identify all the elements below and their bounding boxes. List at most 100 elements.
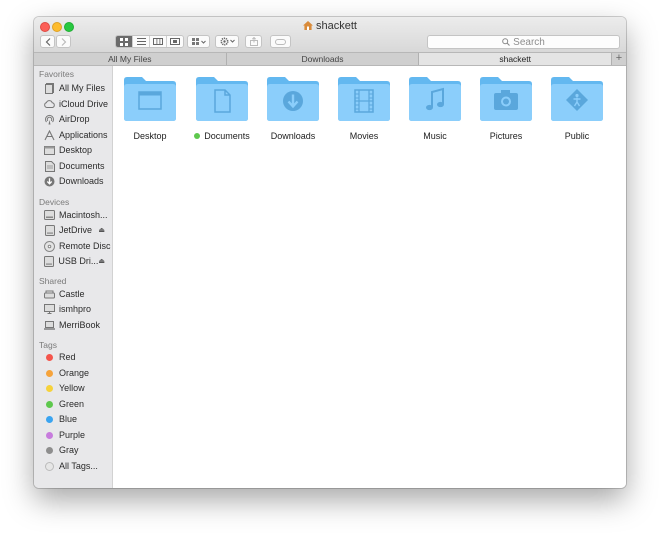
- sidebar-item-remote-disc[interactable]: Remote Disc: [44, 239, 112, 253]
- desktop-icon: [44, 145, 55, 156]
- sidebar: Favorites All My Files iCloud Drive AirD…: [34, 66, 113, 488]
- tab-downloads[interactable]: Downloads: [227, 53, 420, 65]
- sidebar-item-label: Orange: [59, 368, 90, 378]
- tag-icon: [275, 38, 286, 45]
- new-tab-button[interactable]: +: [612, 53, 626, 65]
- sidebar-item-tag-orange[interactable]: Orange: [44, 366, 112, 380]
- edit-tags-button[interactable]: [270, 35, 291, 48]
- monitor-icon: [44, 304, 55, 315]
- sidebar-item-label: Applications: [59, 130, 108, 140]
- arrange-icon: [191, 37, 206, 45]
- tag-color-dot: [46, 446, 53, 454]
- sidebar-item-airdrop[interactable]: AirDrop: [44, 112, 112, 126]
- sidebar-item-jetdrive[interactable]: JetDrive ⏏: [44, 223, 112, 237]
- sidebar-item-label: Green: [59, 399, 85, 409]
- folder-movies[interactable]: Movies: [331, 76, 397, 141]
- sidebar-item-tag-gray[interactable]: Gray: [44, 443, 112, 457]
- gear-icon: [219, 37, 235, 46]
- cover-flow-button[interactable]: [167, 36, 183, 47]
- tag-color-dot: [45, 461, 54, 471]
- tab-all-my-files[interactable]: All My Files: [34, 53, 227, 65]
- folder-documents[interactable]: Documents: [189, 76, 255, 141]
- sidebar-item-label: Yellow: [59, 383, 85, 393]
- folder-icon: [124, 77, 176, 121]
- folder-icon: [480, 77, 532, 121]
- arrange-button[interactable]: [187, 35, 210, 48]
- downloads-icon: [44, 176, 55, 187]
- sidebar-item-label: Remote Disc: [59, 241, 111, 251]
- sidebar-item-label: iCloud Drive: [59, 99, 109, 109]
- tag-color-dot: [46, 353, 53, 361]
- sidebar-item-label: Downloads: [59, 176, 104, 186]
- view-mode-control[interactable]: [115, 35, 184, 48]
- sidebar-item-label: JetDrive: [59, 225, 93, 235]
- sidebar-item-documents[interactable]: Documents: [44, 159, 112, 173]
- sidebar-item-usb-drive[interactable]: USB Dri... ⏏: [44, 254, 112, 268]
- tab-shackett[interactable]: shackett: [419, 53, 613, 65]
- drive-icon: [44, 255, 55, 267]
- title-bar: shackett Search: [34, 17, 626, 52]
- folder-pictures[interactable]: Pictures: [473, 76, 539, 141]
- sidebar-item-macintosh[interactable]: Macintosh...: [44, 208, 112, 222]
- applications-icon: [44, 129, 55, 141]
- folder-downloads[interactable]: Downloads: [260, 76, 326, 141]
- sidebar-item-label: ismhpro: [59, 304, 92, 314]
- eject-icon[interactable]: ⏏: [98, 257, 105, 265]
- sidebar-item-castle[interactable]: Castle: [44, 287, 112, 301]
- tag-color-dot: [46, 415, 53, 423]
- sidebar-item-label: Desktop: [59, 145, 93, 155]
- folder-music[interactable]: Music: [402, 76, 468, 141]
- folder-icon: [338, 77, 390, 121]
- tab-bar: All My Files Downloads shackett +: [34, 52, 626, 66]
- search-field[interactable]: Search: [427, 35, 620, 49]
- grid-icon: [120, 37, 128, 46]
- sidebar-item-all-tags[interactable]: All Tags...: [44, 459, 112, 473]
- folder-label: Documents: [204, 131, 250, 141]
- icon-view-button[interactable]: [116, 36, 133, 47]
- sidebar-item-icloud-drive[interactable]: iCloud Drive: [44, 97, 112, 111]
- finder-window: shackett Search All My Files Downloads s…: [34, 17, 626, 488]
- folder-icon: [551, 77, 603, 121]
- folder-icon: [409, 77, 461, 121]
- share-button[interactable]: [245, 35, 262, 48]
- folder-public[interactable]: Public: [544, 76, 610, 141]
- sidebar-item-downloads[interactable]: Downloads: [44, 174, 112, 188]
- tag-color-dot: [46, 431, 53, 439]
- back-button[interactable]: [40, 35, 55, 48]
- laptop-icon: [44, 320, 55, 331]
- sidebar-item-tag-blue[interactable]: Blue: [44, 412, 112, 426]
- green-tag-dot: [194, 133, 201, 139]
- sidebar-item-tag-red[interactable]: Red: [44, 350, 112, 364]
- sidebar-item-tag-yellow[interactable]: Yellow: [44, 381, 112, 395]
- cover-flow-icon: [170, 38, 180, 45]
- chevron-left-icon: [45, 37, 50, 46]
- documents-icon: [44, 160, 55, 172]
- sidebar-item-ismhpro[interactable]: ismhpro: [44, 302, 112, 316]
- sidebar-item-label: AirDrop: [59, 114, 90, 124]
- hard-drive-icon: [44, 210, 55, 221]
- action-button[interactable]: [215, 35, 239, 48]
- eject-icon[interactable]: ⏏: [98, 226, 105, 234]
- sidebar-item-desktop[interactable]: Desktop: [44, 143, 112, 157]
- sidebar-item-applications[interactable]: Applications: [44, 128, 112, 142]
- sidebar-section-devices: Devices: [39, 197, 70, 207]
- forward-button[interactable]: [56, 35, 71, 48]
- sidebar-section-favorites: Favorites: [39, 69, 74, 79]
- folder-label: Music: [423, 131, 447, 141]
- list-view-button[interactable]: [133, 36, 150, 47]
- folder-icon: [196, 77, 248, 121]
- sidebar-item-label: Gray: [59, 445, 79, 455]
- share-icon: [249, 37, 258, 46]
- folder-desktop[interactable]: Desktop: [117, 76, 183, 141]
- folder-icon: [267, 77, 319, 121]
- list-icon: [136, 38, 146, 45]
- sidebar-item-label: All My Files: [59, 83, 106, 93]
- network-drive-icon: [44, 289, 55, 300]
- column-view-button[interactable]: [150, 36, 167, 47]
- sidebar-item-all-my-files[interactable]: All My Files: [44, 81, 112, 95]
- sidebar-item-tag-purple[interactable]: Purple: [44, 428, 112, 442]
- sidebar-item-merribook[interactable]: MerriBook: [44, 318, 112, 332]
- sidebar-section-tags: Tags: [39, 340, 57, 350]
- sidebar-item-tag-green[interactable]: Green: [44, 397, 112, 411]
- tag-color-dot: [46, 384, 53, 392]
